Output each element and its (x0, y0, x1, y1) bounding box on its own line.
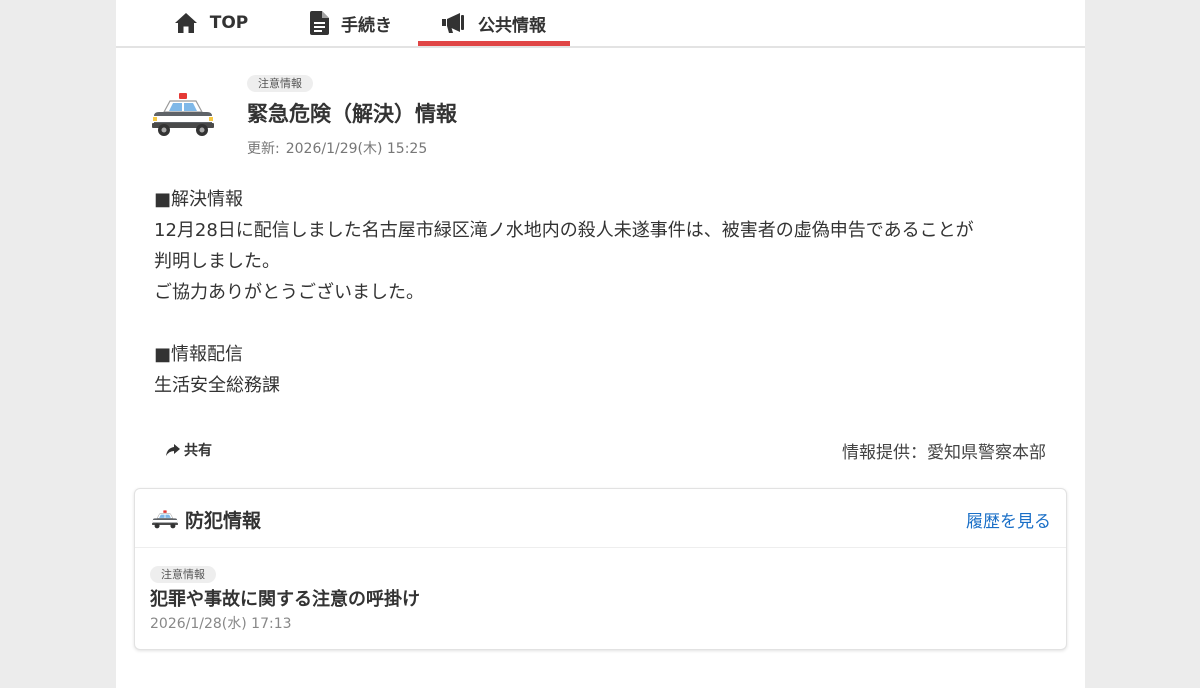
body-line: 判明しました。 (154, 251, 280, 272)
item-badge: 注意情報 (150, 566, 216, 583)
share-label: 共有 (184, 443, 212, 459)
updated-value: 2026/1/29(木) 15:25 (285, 141, 428, 157)
crime-prevention-card: 防犯情報 履歴を見る 注意情報 犯罪や事故に関する注意の呼掛け 2026/1/2… (134, 488, 1067, 650)
card-title-label: 防犯情報 (185, 510, 262, 532)
active-tab-indicator (418, 41, 570, 46)
body-line: ご協力ありがとうございました。 (154, 282, 424, 303)
article-updated: 更新: 2026/1/29(木) 15:25 (247, 138, 433, 158)
tab-top[interactable]: TOP (146, 0, 276, 46)
top-tab-bar: TOP 手続き 公共情報 (116, 0, 1085, 48)
police-car-icon (150, 92, 216, 144)
article-badge: 注意情報 (247, 75, 313, 92)
article-body: ■解決情報 12月28日に配信しました名古屋市緑区滝ノ水地内の殺人未遂事件は、被… (154, 184, 1054, 401)
list-item[interactable]: 注意情報 犯罪や事故に関する注意の呼掛け 2026/1/28(水) 17:13 (150, 563, 1050, 633)
item-date: 2026/1/28(水) 17:13 (150, 616, 292, 632)
police-car-icon (151, 509, 179, 530)
article-title: 緊急危険（解決）情報 (247, 102, 457, 126)
tab-procedures-label: 手続き (341, 15, 392, 36)
document-icon (310, 11, 329, 35)
body-line: ■情報配信 (154, 344, 244, 365)
body-line: 12月28日に配信しました名古屋市緑区滝ノ水地内の殺人未遂事件は、被害者の虚偽申… (154, 220, 974, 241)
card-title: 防犯情報 (151, 506, 261, 533)
tab-public-info[interactable]: 公共情報 (418, 0, 570, 46)
updated-label: 更新: (247, 141, 280, 157)
share-arrow-icon (166, 444, 180, 456)
card-header: 防犯情報 履歴を見る (135, 489, 1066, 548)
share-button[interactable]: 共有 (166, 440, 212, 460)
page: TOP 手続き 公共情報 注意情報 緊急危険（解決）情報 更新: 2026/1/… (116, 0, 1085, 688)
item-title: 犯罪や事故に関する注意の呼掛け (150, 589, 420, 610)
tab-public-info-label: 公共情報 (478, 15, 546, 36)
info-provider: 情報提供：愛知県警察本部 (842, 443, 1046, 463)
home-icon (174, 12, 198, 34)
body-line: 生活安全総務課 (154, 375, 280, 396)
body-line: ■解決情報 (154, 189, 244, 210)
view-history-link[interactable]: 履歴を見る (966, 507, 1051, 532)
tab-top-label: TOP (209, 13, 249, 33)
megaphone-icon (442, 13, 466, 33)
tab-procedures[interactable]: 手続き (286, 0, 416, 46)
